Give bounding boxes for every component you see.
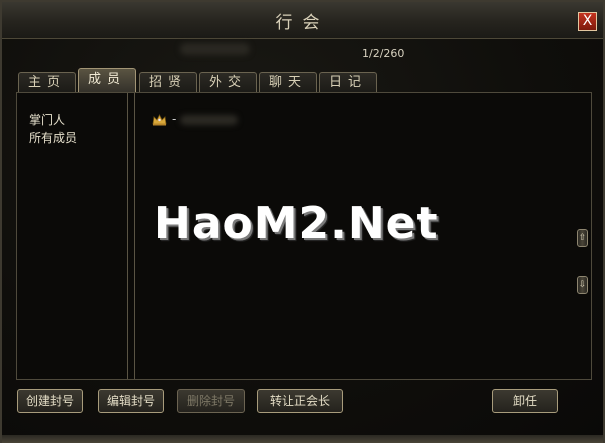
guild-window: 行会 X 1/2/260 主页 成员 招贤 外交 聊天 日记 掌门人 所有成员 … bbox=[0, 0, 605, 443]
create-title-button[interactable]: 创建封号 bbox=[17, 389, 83, 413]
window-title: 行会 bbox=[275, 13, 330, 33]
scrollbar[interactable]: ⇧ ⇩ bbox=[577, 94, 589, 378]
tab-diplomacy[interactable]: 外交 bbox=[199, 72, 257, 92]
tab-recruit[interactable]: 招贤 bbox=[139, 72, 197, 92]
panel-divider bbox=[127, 93, 135, 379]
sidebar-item-all-members[interactable]: 所有成员 bbox=[29, 129, 77, 146]
member-separator: - bbox=[172, 112, 177, 126]
delete-title-button[interactable]: 删除封号 bbox=[177, 389, 245, 413]
tab-diary[interactable]: 日记 bbox=[319, 72, 377, 92]
resign-button[interactable]: 卸任 bbox=[492, 389, 558, 413]
guild-name-redacted bbox=[180, 43, 250, 55]
tab-chat[interactable]: 聊天 bbox=[259, 72, 317, 92]
transfer-leader-button[interactable]: 转让正会长 bbox=[257, 389, 343, 413]
scroll-down-button[interactable]: ⇩ bbox=[577, 276, 588, 294]
bottom-toolbar-edge bbox=[2, 435, 603, 443]
tab-members[interactable]: 成员 bbox=[78, 68, 136, 92]
member-name-redacted bbox=[180, 115, 238, 125]
title-bar[interactable]: 行会 X bbox=[2, 2, 603, 39]
edit-title-button[interactable]: 编辑封号 bbox=[98, 389, 164, 413]
sidebar-item-leader[interactable]: 掌门人 bbox=[29, 111, 65, 128]
close-button[interactable]: X bbox=[578, 12, 597, 31]
tab-home[interactable]: 主页 bbox=[18, 72, 76, 92]
crown-icon bbox=[152, 114, 167, 126]
watermark-text: HaoM2.Net bbox=[154, 198, 439, 249]
member-category-list: 掌门人 所有成员 bbox=[17, 93, 127, 379]
page-counter: 1/2/260 bbox=[362, 47, 405, 60]
scroll-up-button[interactable]: ⇧ bbox=[577, 229, 588, 247]
